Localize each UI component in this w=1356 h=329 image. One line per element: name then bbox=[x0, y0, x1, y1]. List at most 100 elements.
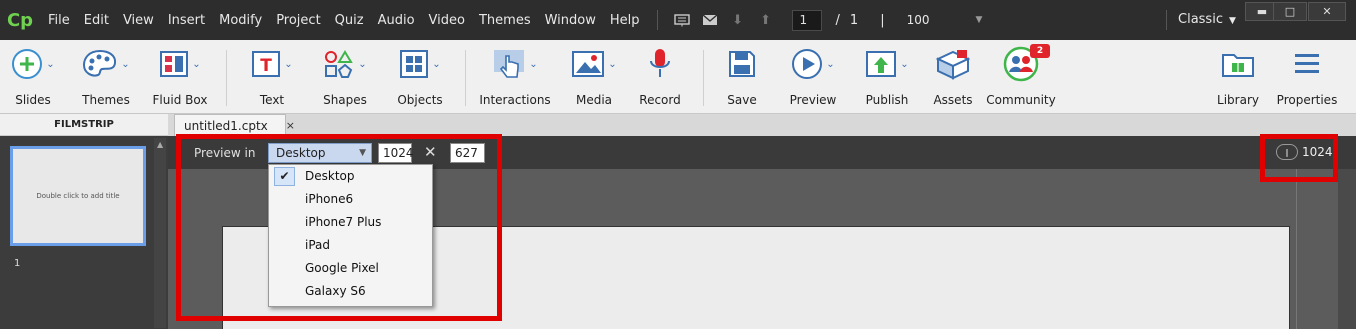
fluid-box-button[interactable]: ⌄ Fluid Box bbox=[152, 44, 208, 110]
slides-button[interactable]: ⌄ Slides bbox=[10, 44, 56, 110]
objects-button[interactable]: ⌄ Objects bbox=[396, 44, 444, 110]
microphone-icon bbox=[648, 44, 672, 84]
menu-insert[interactable]: Insert bbox=[161, 13, 212, 28]
maximize-button[interactable]: □ bbox=[1273, 2, 1307, 21]
menu-project[interactable]: Project bbox=[269, 13, 327, 28]
chevron-down-icon: ▼ bbox=[1228, 16, 1236, 26]
zoom-value[interactable]: 100 bbox=[907, 13, 930, 27]
svg-text:T: T bbox=[260, 56, 272, 76]
pointer-hand-icon: ⌄ bbox=[492, 44, 538, 84]
menu-file[interactable]: File bbox=[41, 13, 77, 28]
properties-label: Properties bbox=[1276, 93, 1338, 107]
menu-edit[interactable]: Edit bbox=[77, 13, 116, 28]
toolbar-divider bbox=[226, 50, 227, 106]
arrow-up-icon[interactable]: ⬆ bbox=[755, 11, 777, 29]
current-page-input[interactable]: 1 bbox=[791, 9, 822, 31]
main-toolbar: ⌄ Slides ⌄ Themes ⌄ Fluid Box T ⌄ Text ⌄… bbox=[0, 40, 1356, 114]
page-separator: / bbox=[835, 12, 840, 28]
publish-icon: ⌄ bbox=[865, 44, 909, 84]
menu-help[interactable]: Help bbox=[603, 13, 647, 28]
publish-button[interactable]: ⌄ Publish bbox=[862, 44, 912, 110]
slide-thumbnail[interactable]: Double click to add title bbox=[10, 146, 146, 246]
assets-box-icon bbox=[935, 44, 971, 84]
record-button[interactable]: Record bbox=[638, 44, 682, 110]
media-button[interactable]: ⌄ Media bbox=[568, 44, 620, 110]
canvas-scrollbar[interactable] bbox=[1338, 169, 1356, 329]
menu-themes[interactable]: Themes bbox=[472, 13, 538, 28]
shapes-icon: ⌄ bbox=[323, 44, 367, 84]
filmstrip-panel: FILMSTRIP Double click to add title 1 ▲ bbox=[0, 114, 168, 329]
assets-label: Assets bbox=[933, 93, 973, 107]
shapes-label: Shapes bbox=[323, 93, 367, 107]
menu-view[interactable]: View bbox=[116, 13, 161, 28]
zoom-separator: | bbox=[880, 12, 885, 28]
interactions-label: Interactions bbox=[479, 93, 551, 107]
properties-button[interactable]: Properties bbox=[1276, 44, 1338, 110]
breakpoint-line bbox=[1296, 169, 1297, 329]
filmstrip-scrollbar[interactable] bbox=[154, 138, 166, 328]
preview-label: Preview bbox=[789, 93, 837, 107]
presentation-icon[interactable] bbox=[671, 11, 693, 29]
palette-icon: ⌄ bbox=[82, 44, 130, 84]
save-icon bbox=[727, 44, 757, 84]
toolbar-divider bbox=[465, 50, 466, 106]
library-button[interactable]: Library bbox=[1216, 44, 1260, 110]
objects-label: Objects bbox=[397, 93, 443, 107]
menu-window[interactable]: Window bbox=[538, 13, 603, 28]
publish-label: Publish bbox=[865, 93, 909, 107]
media-label: Media bbox=[575, 93, 613, 107]
arrow-down-icon[interactable]: ⬇ bbox=[727, 11, 749, 29]
maximize-icon: □ bbox=[1284, 5, 1296, 18]
menu-bar: Cp File Edit View Insert Modify Project … bbox=[0, 0, 1356, 40]
menu-audio[interactable]: Audio bbox=[371, 13, 422, 28]
highlight-box-width bbox=[1260, 134, 1338, 182]
close-button[interactable]: ✕ bbox=[1308, 2, 1346, 21]
total-pages: 1 bbox=[849, 12, 859, 28]
workspace-label: Classic bbox=[1178, 12, 1223, 27]
preview-button[interactable]: ⌄ Preview bbox=[788, 44, 838, 110]
community-button[interactable]: 2 Community bbox=[986, 44, 1056, 110]
scroll-up-icon[interactable]: ▲ bbox=[157, 140, 163, 149]
menu-divider bbox=[656, 10, 658, 30]
shapes-button[interactable]: ⌄ Shapes bbox=[322, 44, 368, 110]
themes-button[interactable]: ⌄ Themes bbox=[78, 44, 134, 110]
menu-quiz[interactable]: Quiz bbox=[328, 13, 371, 28]
text-icon: T ⌄ bbox=[251, 44, 293, 84]
document-tab-strip: untitled1.cptx × bbox=[168, 114, 1356, 136]
toolbar-divider bbox=[703, 50, 704, 106]
themes-label: Themes bbox=[82, 93, 130, 107]
mail-icon[interactable] bbox=[699, 11, 721, 29]
add-slide-icon: ⌄ bbox=[11, 44, 55, 84]
assets-button[interactable]: Assets bbox=[932, 44, 974, 110]
menu-video[interactable]: Video bbox=[422, 13, 472, 28]
community-badge: 2 bbox=[1030, 44, 1050, 58]
text-label: Text bbox=[259, 93, 285, 107]
workspace-switcher[interactable]: Classic ▼ bbox=[1178, 12, 1236, 27]
close-icon: ✕ bbox=[1322, 5, 1332, 18]
highlight-box-preview bbox=[176, 134, 502, 321]
tab-close-icon[interactable]: × bbox=[286, 119, 295, 132]
text-button[interactable]: T ⌄ Text bbox=[246, 44, 298, 110]
minimize-icon: ▬ bbox=[1256, 5, 1268, 18]
tab-label: untitled1.cptx bbox=[184, 118, 268, 133]
library-label: Library bbox=[1217, 93, 1259, 107]
menu-divider bbox=[1166, 10, 1167, 30]
play-icon: ⌄ bbox=[791, 44, 835, 84]
record-label: Record bbox=[639, 93, 681, 107]
slides-label: Slides bbox=[15, 93, 51, 107]
fluid-box-label: Fluid Box bbox=[152, 93, 208, 107]
captivate-logo: Cp bbox=[6, 9, 34, 31]
interactions-button[interactable]: ⌄ Interactions bbox=[479, 44, 551, 110]
library-folder-icon bbox=[1221, 44, 1255, 84]
menu-modify[interactable]: Modify bbox=[212, 13, 269, 28]
fluid-box-icon: ⌄ bbox=[159, 44, 201, 84]
community-label: Community bbox=[986, 93, 1056, 107]
image-icon: ⌄ bbox=[571, 44, 617, 84]
save-label: Save bbox=[727, 93, 757, 107]
slide-thumbnail-text: Double click to add title bbox=[36, 192, 120, 200]
chevron-down-icon[interactable]: ▼ bbox=[975, 15, 982, 25]
save-button[interactable]: Save bbox=[722, 44, 762, 110]
menu-lines-icon bbox=[1292, 44, 1322, 84]
tab-untitled1[interactable]: untitled1.cptx × bbox=[174, 114, 295, 136]
slide-number: 1 bbox=[14, 258, 21, 269]
